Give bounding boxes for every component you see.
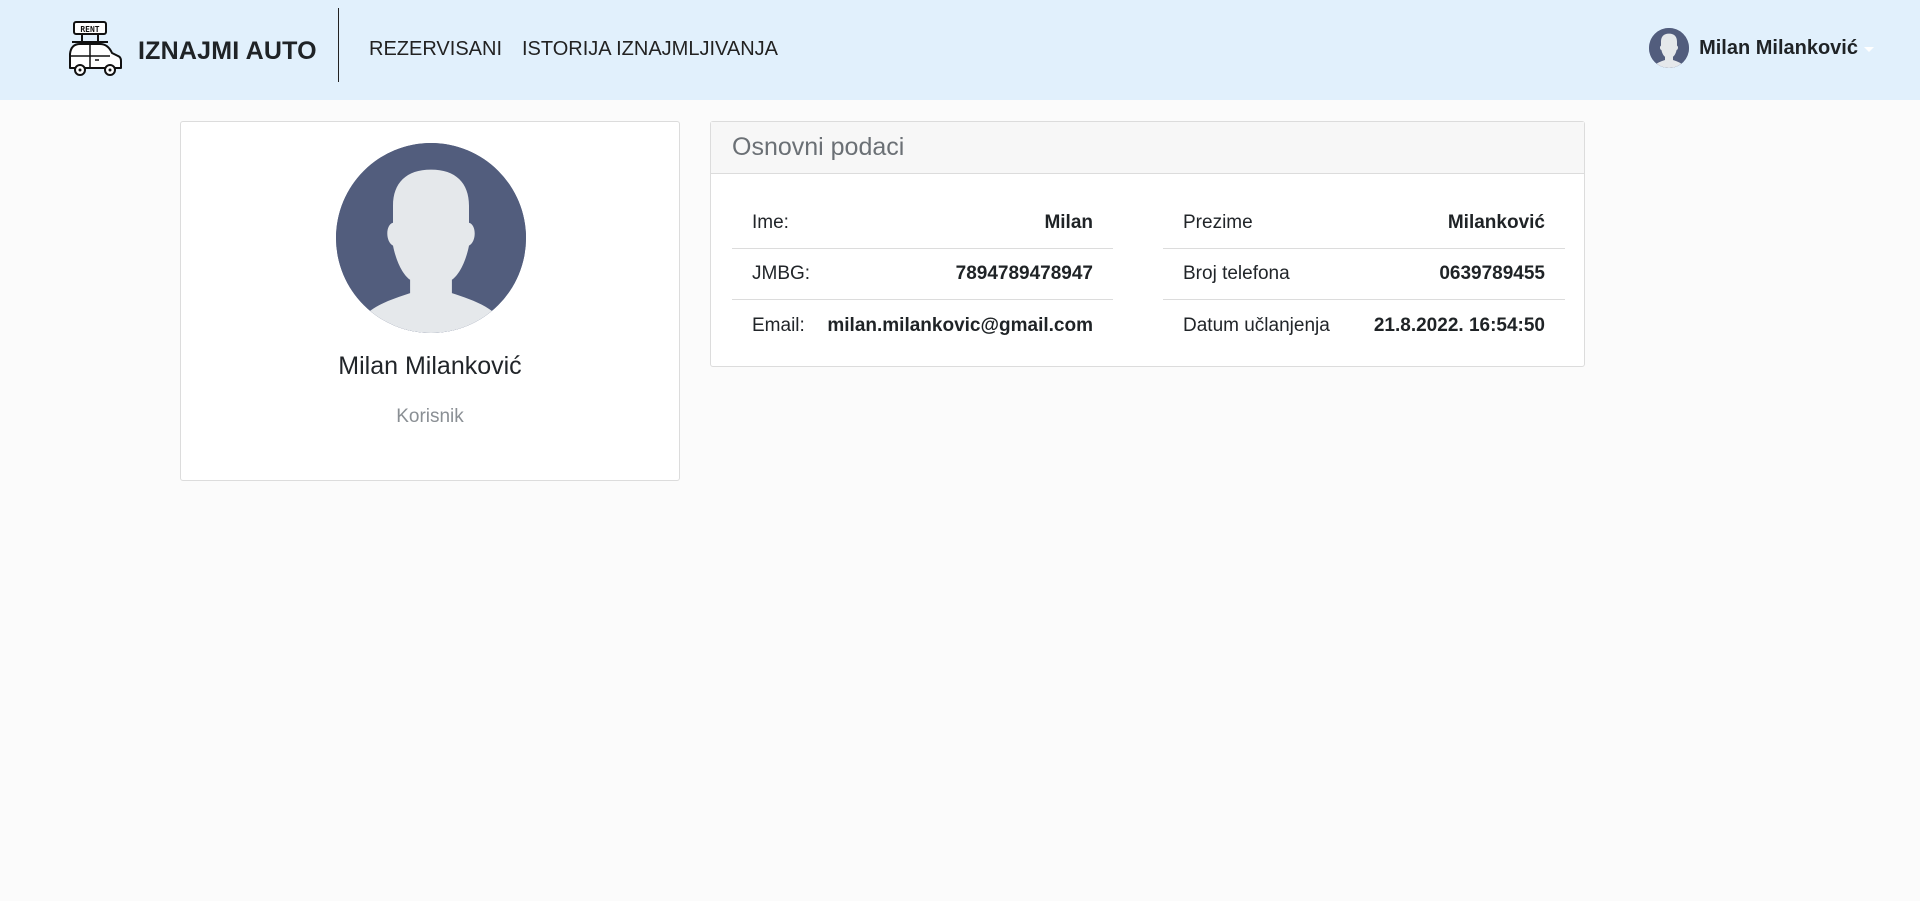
brand-divider [338, 8, 339, 82]
nav-link-istorija[interactable]: ISTORIJA IZNAJMLJIVANJA [522, 38, 778, 61]
brand-title[interactable]: IZNAJMI AUTO [138, 37, 317, 66]
profile-name: Milan Milanković [338, 352, 522, 380]
rent-sign-text: RENT [80, 25, 99, 34]
info-row-ime: Ime: Milan [732, 198, 1113, 249]
profile-card: Milan Milanković Korisnik [180, 121, 680, 481]
profile-avatar [336, 143, 526, 333]
user-avatar[interactable] [1649, 28, 1690, 68]
info-value: milan.milankovic@gmail.com [827, 314, 1093, 336]
info-row-prezime: Prezime Milanković [1163, 198, 1565, 249]
info-row-datum: Datum učlanjenja 21.8.2022. 16:54:50 [1163, 300, 1565, 351]
info-label: Broj telefona [1183, 263, 1290, 284]
chevron-down-icon[interactable] [1864, 46, 1874, 52]
info-label: Datum učlanjenja [1183, 314, 1330, 336]
info-label: JMBG: [752, 263, 811, 284]
info-label: Prezime [1183, 212, 1253, 233]
top-navbar: RENT IZNAJMI AUTO REZERVISANI ISTORIJA I… [0, 0, 1920, 100]
info-card-title: Osnovni podaci [732, 133, 905, 161]
rent-car-logo-icon: RENT [69, 21, 122, 76]
info-label: Email: [752, 314, 805, 336]
info-card-header: Osnovni podaci [711, 122, 1584, 174]
user-silhouette-icon [1649, 28, 1690, 68]
brand-link[interactable]: RENT IZNAJMI AUTO [64, 18, 317, 84]
info-column-right: Prezime Milanković Broj telefona 0639789… [1163, 198, 1565, 351]
info-row-telefon: Broj telefona 0639789455 [1163, 249, 1565, 300]
profile-silhouette-icon [336, 143, 526, 333]
info-row-email: Email: milan.milankovic@gmail.com [732, 300, 1113, 351]
info-column-left: Ime: Milan JMBG: 7894789478947 Email: mi… [732, 198, 1113, 351]
user-menu-dropdown[interactable]: Milan Milanković [1649, 28, 1874, 68]
info-value: 21.8.2022. 16:54:50 [1373, 314, 1545, 336]
profile-role: Korisnik [396, 406, 464, 427]
main-nav: REZERVISANI ISTORIJA IZNAJMLJIVANJA [369, 38, 778, 61]
nav-link-rezervisani[interactable]: REZERVISANI [369, 38, 502, 61]
info-row-jmbg: JMBG: 7894789478947 [732, 249, 1113, 300]
basic-info-card: Osnovni podaci Ime: Milan JMBG: 78947894… [710, 121, 1585, 367]
info-value: Milanković [1447, 212, 1545, 233]
info-value: 0639789455 [1439, 263, 1545, 284]
info-label: Ime: [752, 212, 789, 233]
info-value: 7894789478947 [955, 263, 1093, 284]
info-value: Milan [1044, 212, 1093, 233]
user-name[interactable]: Milan Milanković [1699, 37, 1858, 60]
